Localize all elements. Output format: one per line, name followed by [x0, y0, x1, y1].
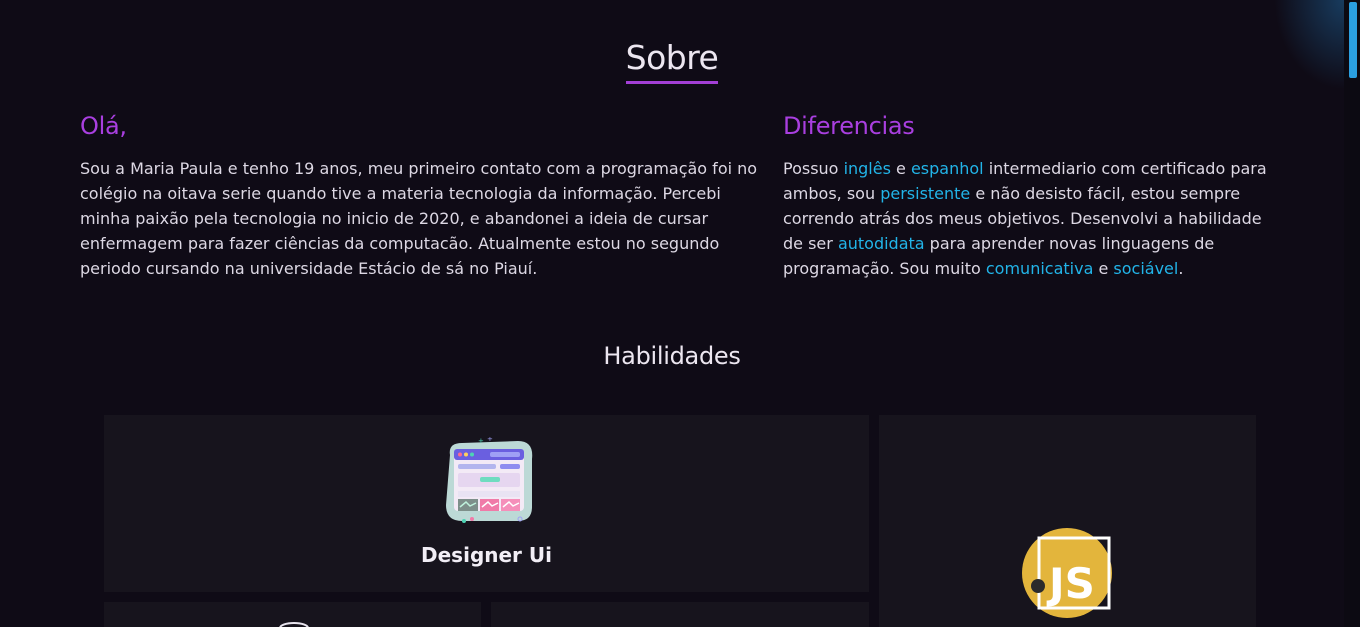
highlight-communicative: comunicativa: [985, 259, 1094, 278]
svg-text:+: +: [478, 437, 484, 445]
skill-card[interactable]: [104, 602, 481, 627]
js-icon-text: JS: [1046, 559, 1095, 608]
skill-icon: [279, 622, 309, 627]
text-segment: .: [1178, 259, 1184, 278]
skills-title: Habilidades: [603, 342, 741, 370]
skill-card-designer-ui[interactable]: + + Designer Ui: [104, 415, 869, 592]
skill-label-designer-ui: Designer Ui: [421, 543, 552, 567]
differentials-heading: Diferencias: [783, 112, 915, 140]
about-title: Sobre: [625, 38, 719, 84]
highlight-self-taught: autodidata: [837, 234, 925, 253]
greeting-column: Olá, Sou a Maria Paula e tenho 19 anos, …: [80, 112, 760, 281]
greeting-heading: Olá,: [80, 112, 127, 140]
greeting-text: Sou a Maria Paula e tenho 19 anos, meu p…: [80, 159, 758, 278]
highlight-spanish: espanhol: [910, 159, 984, 178]
javascript-icon: JS: [1022, 528, 1112, 618]
ui-design-icon: + +: [446, 437, 533, 523]
page: Sobre Olá, Sou a Maria Paula e tenho 19 …: [0, 0, 1344, 627]
highlight-persistent: persistente: [880, 184, 971, 203]
text-segment: e: [1093, 259, 1114, 278]
highlight-english: inglês: [843, 159, 891, 178]
skill-card[interactable]: [491, 602, 869, 627]
section-title: Sobre: [0, 38, 1344, 84]
svg-text:+: +: [487, 437, 493, 443]
scrollbar[interactable]: [1344, 0, 1360, 627]
skill-card-javascript[interactable]: JS: [879, 415, 1256, 627]
corner-glow: [1274, 0, 1344, 90]
scrollbar-thumb[interactable]: [1349, 2, 1357, 78]
text-segment: Possuo: [783, 159, 844, 178]
differentials-column: Diferencias Possuo inglês e espanhol int…: [783, 112, 1283, 281]
text-segment: e: [890, 159, 911, 178]
differentials-text: Possuo inglês e espanhol intermediario c…: [783, 156, 1283, 281]
highlight-sociable: sociável: [1113, 259, 1179, 278]
